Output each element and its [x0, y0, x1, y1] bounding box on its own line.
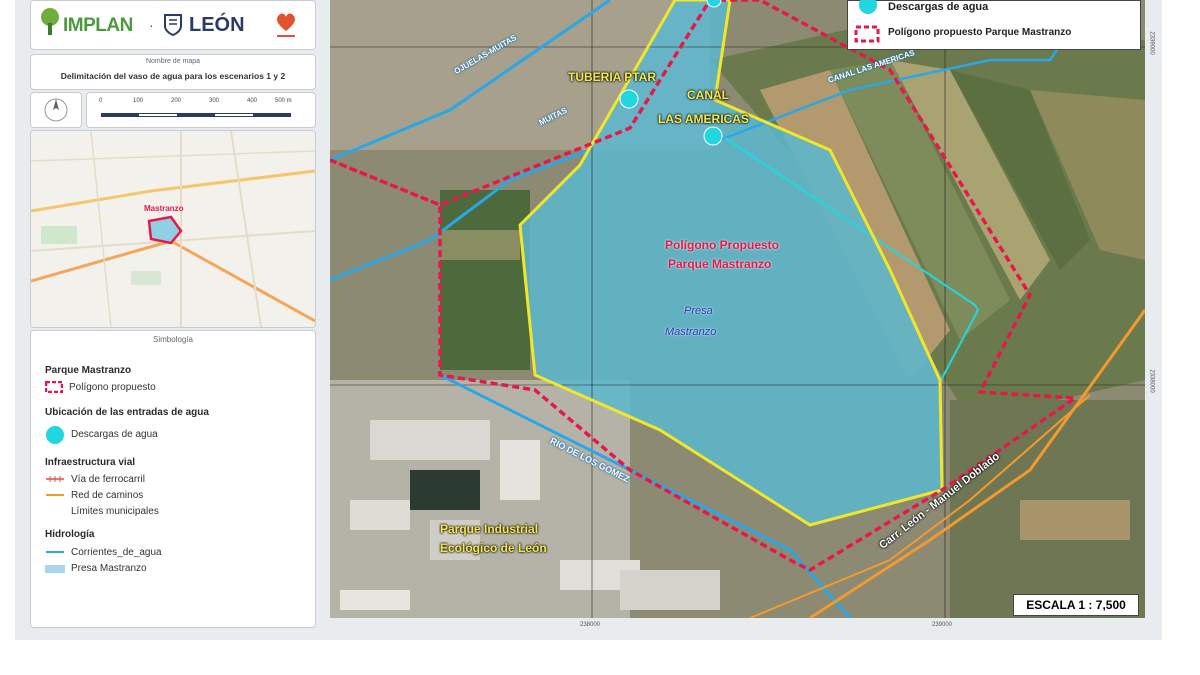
label-presa-line1: Presa: [684, 305, 713, 317]
legend-heading: Ubicación de las entradas de agua: [45, 407, 209, 418]
legend-item-label: Red de caminos: [71, 490, 144, 501]
symbology-panel: Simbología Parque Mastranzo Polígono pro…: [30, 330, 316, 628]
scale-bar: [101, 113, 291, 117]
tree-icon: [41, 8, 59, 35]
presa-symbol-icon: [45, 565, 65, 573]
legend-item-label: Corrientes_de_agua: [71, 547, 162, 558]
label-poligono-line2: Parque Mastranzo: [668, 257, 772, 271]
descarga-symbol-icon: [46, 426, 64, 444]
location-map: Mastranzo: [30, 130, 316, 328]
poligono-symbol-icon: [45, 381, 63, 393]
scale-tick-label: 0: [99, 98, 103, 104]
legend-item-label: Presa Mastranzo: [71, 563, 147, 574]
leon-logo-text: LEÓN: [189, 14, 245, 36]
scale-tick-label: 300: [209, 98, 220, 104]
north-arrow-icon: [44, 98, 68, 122]
stream-symbol-icon: [46, 551, 64, 553]
descarga-point: [703, 126, 723, 146]
legend-heading: Hidrología: [45, 529, 95, 540]
poligono-legend-icon: [854, 25, 880, 43]
leon-shield-icon: [163, 13, 183, 42]
grid-coord-bottom: 239000: [932, 622, 953, 628]
north-arrow-box: [30, 92, 82, 128]
legend-heading: Infraestructura vial: [45, 457, 136, 468]
label-presa-line2: Mastranzo: [665, 326, 717, 338]
label-poligono-line1: Polígono Propuesto: [665, 238, 779, 252]
map-title: Delimitación del vaso de agua para los e…: [60, 71, 286, 81]
legend-item-label: Descargas de agua: [71, 429, 158, 440]
scale-tick-label: 400: [247, 98, 258, 104]
legend-item-label: Polígono propuesto: [69, 382, 156, 393]
label-canal-line1: CANAL: [687, 88, 729, 102]
scale-bar-panel: 0 100 200 300 400 500 m: [86, 92, 316, 128]
main-map: TUBERIA PTAR CANAL LAS AMERICAS Polígono…: [330, 0, 1145, 618]
scale-tick-label: 200: [171, 98, 182, 104]
grid-coord-left: 2339000: [330, 31, 331, 54]
map-name-panel: Nombre de mapa Delimitación del vaso de …: [30, 54, 316, 90]
grid-coord-right: 2338000: [1148, 369, 1155, 393]
road-symbol-icon: [46, 494, 64, 496]
descarga-point: [619, 89, 639, 109]
scale-tick-label: 100: [133, 98, 144, 104]
grid-coord-bottom: 238000: [580, 622, 601, 628]
label-parque-industrial-line1: Parque Industrial: [440, 522, 539, 536]
descarga-legend-icon: [859, 0, 877, 14]
legend-item-label: Límites municipales: [71, 506, 159, 517]
scale-tick-label: 500 m: [275, 98, 292, 104]
location-map-graphic: [31, 131, 315, 327]
map-scale-label: ESCALA 1 : 7,500: [1013, 594, 1139, 616]
label-parque-industrial-line2: Ecológico de León: [440, 541, 547, 555]
map-name-label: Nombre de mapa: [145, 58, 201, 65]
symbology-title: Simbología: [152, 335, 194, 344]
heart-logo-icon: [273, 9, 299, 46]
legend-item-label: Vía de ferrocarril: [71, 474, 145, 485]
map-legend-descargas: Descargas de agua: [888, 1, 989, 13]
grid-coord-left: 2338000: [330, 369, 331, 392]
label-canal-line2: LAS AMERICAS: [658, 112, 749, 126]
logo-separator: ·: [149, 17, 154, 33]
logos-panel: IMPLAN · LEÓN: [30, 0, 316, 50]
legend-heading: Parque Mastranzo: [45, 365, 132, 376]
map-legend-poligono: Polígono propuesto Parque Mastranzo: [888, 27, 1072, 38]
grid-coord-right: 2339000: [1148, 31, 1155, 55]
label-tuberia-ptar: TUBERIA PTAR: [568, 70, 656, 84]
implan-logo-text: IMPLAN: [63, 15, 133, 36]
location-label-mastranzo: Mastranzo: [144, 204, 184, 213]
implan-logo: [39, 7, 61, 42]
railway-symbol-icon: [46, 476, 64, 482]
map-legend: Descargas de agua Polígono propuesto Par…: [847, 0, 1141, 50]
